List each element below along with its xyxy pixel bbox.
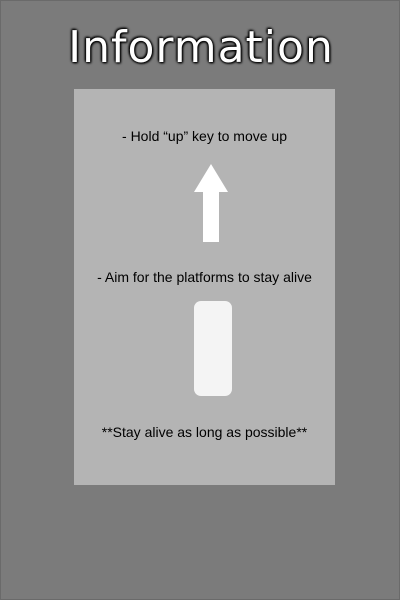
platform-instruction-text: - Aim for the platforms to stay alive — [97, 269, 312, 285]
info-panel: - Hold “up” key to move up - Aim for the… — [74, 89, 335, 485]
game-screen: Information - Hold “up” key to move up -… — [0, 0, 400, 600]
goal-text: **Stay alive as long as possible** — [101, 424, 308, 440]
screen-title: Information — [68, 22, 334, 73]
move-instruction-text: - Hold “up” key to move up — [122, 128, 287, 144]
up-arrow-icon — [194, 164, 228, 242]
platform-icon — [194, 301, 232, 396]
